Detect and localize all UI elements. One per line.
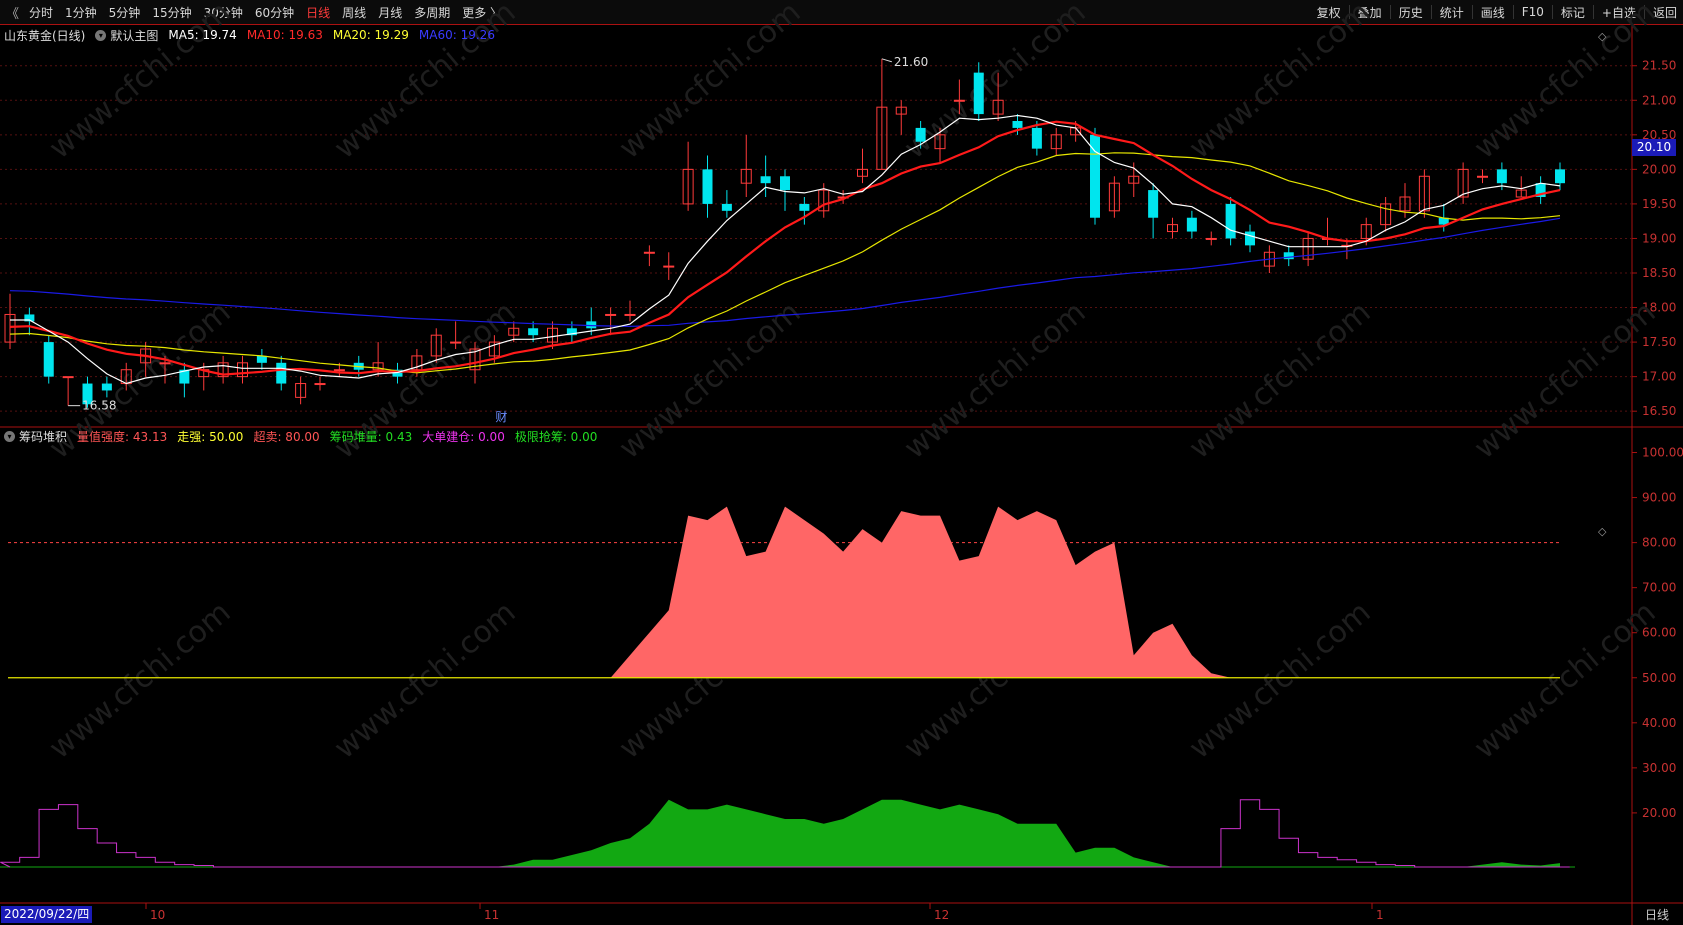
candle-body [1186, 217, 1197, 232]
ma10-value: MA10: 19.63 [246, 28, 323, 42]
indicator-tick-label: 50.00 [1642, 671, 1676, 685]
current-price-tag: 20.10 [1632, 139, 1676, 156]
date-tick-label: 10 [150, 908, 165, 922]
watermark: www.cfchi.com [1468, 595, 1663, 766]
stock-name: 山东黄金(日线) [4, 28, 86, 43]
candle-body [702, 169, 713, 204]
price-tick-label: 16.50 [1642, 404, 1676, 418]
candle-body [643, 251, 655, 254]
date-tick-label: 12 [934, 908, 949, 922]
candle-body [663, 265, 675, 268]
candle-body [333, 369, 345, 372]
strength-area [610, 506, 1241, 678]
price-tick-label: 17.50 [1642, 335, 1676, 349]
cursor-date-tag: 2022/09/22/四 [1, 906, 93, 923]
indicator-legend: ▾ 筹码堆积 量值强度: 43.13 走强: 50.00 超卖: 80.00 筹… [4, 427, 607, 445]
indicator-name[interactable]: 筹码堆积 [19, 428, 67, 445]
candle-body [624, 313, 636, 316]
indicator-tick-label: 40.00 [1642, 716, 1676, 730]
candle-body [314, 383, 326, 386]
candle-body [1205, 237, 1217, 240]
indicator-tick-label: 100.00 [1642, 446, 1683, 460]
candle-body [721, 203, 732, 211]
price-tick-label: 21.50 [1642, 59, 1676, 73]
main-corner-diamond: ◇ [1598, 30, 1607, 43]
high-marker-arrow [881, 58, 893, 63]
candle-body [62, 376, 74, 379]
candle-body [450, 341, 462, 344]
candle-body [256, 355, 267, 363]
stock-chart[interactable]: 21.5021.0020.5020.0019.5019.0018.5018.00… [0, 0, 1683, 925]
candle-body [101, 383, 112, 391]
candle-body [1148, 190, 1159, 218]
price-tick-label: 21.00 [1642, 93, 1676, 107]
watermark: www.cfchi.com [1183, 295, 1378, 466]
candle-body [605, 313, 617, 316]
ma20-value: MA20: 19.29 [332, 28, 409, 42]
indicator-extreme: 极限抢筹: 0.00 [514, 429, 598, 444]
candle-body [1225, 203, 1236, 239]
watermark: www.cfchi.com [328, 595, 523, 766]
candle-body [528, 328, 539, 336]
candle-body [586, 321, 597, 329]
candle-body [973, 72, 984, 115]
indicator-tick-label: 70.00 [1642, 581, 1676, 595]
candle-body [43, 342, 54, 377]
indicator-tick-label: 30.00 [1642, 761, 1676, 775]
candle-body [1477, 175, 1488, 178]
price-tick-label: 20.00 [1642, 162, 1676, 176]
candle-body [1012, 121, 1023, 128]
indicator-oversold: 超卖: 80.00 [253, 429, 320, 444]
price-tick-label: 18.50 [1642, 266, 1676, 280]
date-tick-label: 11 [484, 908, 499, 922]
candle-body [1031, 127, 1042, 149]
price-tick-label: 19.00 [1642, 231, 1676, 245]
period-corner-label: 日线 [1645, 908, 1670, 922]
price-tick-label: 17.00 [1642, 370, 1676, 384]
indicator-big-order: 大单建仓: 0.00 [422, 429, 505, 444]
indicator-tick-label: 80.00 [1642, 536, 1676, 550]
watermark: www.cfchi.com [898, 295, 1093, 466]
high-price-label: 21.60 [894, 55, 928, 69]
indicator-chip-volume: 筹码堆量: 0.43 [329, 429, 413, 444]
price-tick-label: 19.50 [1642, 197, 1676, 211]
template-name[interactable]: 默认主图 [110, 27, 158, 44]
watermark: www.cfchi.com [43, 595, 238, 766]
low-price-label: 16.58 [82, 399, 116, 413]
candle-body [915, 127, 926, 142]
indicator-corner-diamond: ◇ [1598, 525, 1607, 538]
candle-body [159, 362, 171, 365]
indicator-strength: 量值强度: 43.13 [77, 429, 168, 444]
candle-body [799, 203, 810, 211]
candle-body [760, 176, 771, 184]
ma60-value: MA60: 19.26 [418, 28, 495, 42]
candle-body [780, 176, 790, 191]
watermark: www.cfchi.com [1183, 595, 1378, 766]
indicator-tick-label: 20.00 [1642, 806, 1676, 820]
watermark: www.cfchi.com [613, 295, 808, 466]
watermark: www.cfchi.com [1468, 295, 1663, 466]
finance-event-marker: 财 [495, 410, 507, 424]
candle-body [1555, 169, 1565, 184]
template-dropdown-icon[interactable]: ▾ [95, 29, 107, 41]
indicator-strong: 走强: 50.00 [177, 429, 244, 444]
indicator-dropdown-icon[interactable]: ▾ [4, 430, 15, 442]
candle-body [1496, 169, 1507, 184]
candle-body [953, 99, 965, 102]
main-chart-legend: 山东黄金(日线) ▾ 默认主图 MA5: 19.74 MA10: 19.63 M… [4, 26, 505, 44]
ma5-value: MA5: 19.74 [168, 28, 237, 42]
candle-body [276, 362, 287, 384]
indicator-tick-label: 90.00 [1642, 491, 1676, 505]
date-tick-label: 1 [1376, 908, 1384, 922]
candle-body [1245, 231, 1255, 246]
